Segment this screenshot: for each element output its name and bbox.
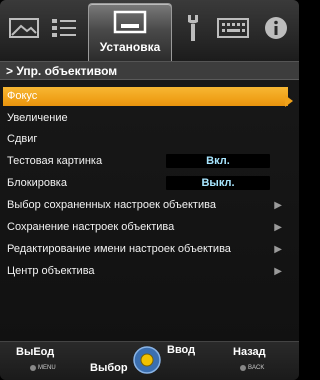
submenu-arrow-icon: ▶ <box>274 200 282 211</box>
select-label: Выбор <box>90 362 128 374</box>
tab-network[interactable] <box>215 6 251 50</box>
directional-pad-icon[interactable] <box>133 346 161 374</box>
back-key-label: BACK <box>248 365 265 371</box>
tab-info[interactable] <box>258 6 294 50</box>
tab-options[interactable] <box>175 6 211 50</box>
tab-setup[interactable]: Установка <box>88 3 172 61</box>
breadcrumb: > Упр. объективом <box>0 62 299 80</box>
menu-item-lock[interactable]: Блокировка Выкл. <box>3 174 288 193</box>
menu-item-focus[interactable]: Фокус <box>3 87 288 106</box>
wrench-icon <box>188 15 198 41</box>
menu-item-label: Увеличение <box>7 112 68 124</box>
test-pattern-value[interactable]: Вкл. <box>166 154 270 168</box>
menu-key-hint[interactable]: MENU <box>30 365 56 371</box>
menu-item-label: Центр объектива <box>7 265 95 277</box>
menu-item-lens-center[interactable]: Центр объектива ▶ <box>3 262 288 281</box>
menu-item-save-lens-memory[interactable]: Сохранение настроек объектива ▶ <box>3 218 288 237</box>
keyboard-icon <box>217 18 249 38</box>
back-label: Назад <box>233 346 266 358</box>
tab-adjust[interactable] <box>46 6 82 50</box>
submenu-arrow-icon: ▶ <box>274 244 282 255</box>
enter-label: Ввод <box>167 344 196 356</box>
menu-button-icon <box>30 365 36 371</box>
info-icon <box>265 17 287 39</box>
menu-item-label: Сдвиг <box>7 133 38 145</box>
menu-item-label: Фокус <box>7 90 38 102</box>
menu-item-shift[interactable]: Сдвиг <box>3 130 288 149</box>
tab-setup-label: Установка <box>99 40 161 54</box>
menu-item-label: Тестовая картинка <box>7 155 103 167</box>
menu-item-zoom[interactable]: Увеличение <box>3 109 288 128</box>
menu-item-label: Сохранение настроек объектива <box>7 221 175 233</box>
picture-icon <box>9 18 39 38</box>
submenu-arrow-icon: ▶ <box>274 266 282 277</box>
menu-item-test-pattern[interactable]: Тестовая картинка Вкл. <box>3 152 288 171</box>
osd-menu: Установка > Упр. объективом Фокус Увелич… <box>0 0 299 380</box>
footer-bar: ВыЕод MENU Выбор Ввод Назад BACK <box>0 341 299 380</box>
setup-icon <box>113 10 147 34</box>
exit-label: ВыЕод <box>16 346 55 358</box>
lock-value[interactable]: Выкл. <box>166 176 270 190</box>
selection-pointer <box>285 95 293 107</box>
menu-tab-bar: Установка <box>0 0 299 62</box>
tab-picture[interactable] <box>6 6 42 50</box>
settings-list-icon <box>52 19 76 37</box>
back-button-icon <box>240 365 246 371</box>
menu-item-label: Блокировка <box>7 177 67 189</box>
menu-item-edit-lens-memory-name[interactable]: Редактирование имени настроек объектива … <box>3 240 288 259</box>
menu-item-load-lens-memory[interactable]: Выбор сохраненных настроек объектива ▶ <box>3 196 288 215</box>
back-key-hint[interactable]: BACK <box>240 365 264 371</box>
menu-key-label: MENU <box>38 365 56 371</box>
submenu-arrow-icon: ▶ <box>274 222 282 233</box>
menu-item-label: Редактирование имени настроек объектива <box>7 243 231 255</box>
menu-item-label: Выбор сохраненных настроек объектива <box>7 199 216 211</box>
